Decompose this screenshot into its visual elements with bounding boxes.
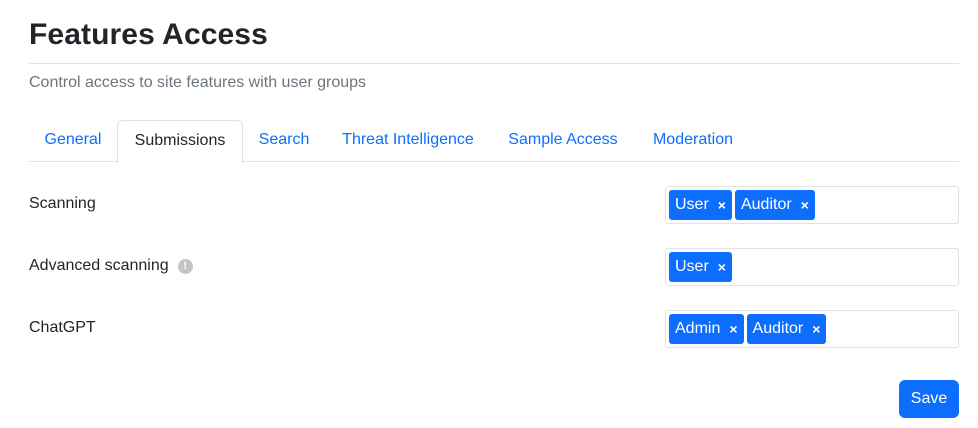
- advanced-scanning-label-text: Advanced scanning: [29, 257, 169, 274]
- remove-tag-icon[interactable]: ×: [801, 198, 809, 212]
- group-tag-label: Admin: [675, 320, 721, 337]
- tab-submissions[interactable]: Submissions: [117, 120, 243, 163]
- remove-tag-icon[interactable]: ×: [729, 322, 737, 336]
- chatgpt-groups-select[interactable]: Admin × Auditor ×: [665, 310, 959, 348]
- group-tag-admin: Admin ×: [669, 314, 744, 344]
- group-tag-label: User: [675, 196, 709, 213]
- scanning-label: Scanning: [29, 195, 96, 213]
- group-tag-label: User: [675, 258, 709, 275]
- chatgpt-label: ChatGPT: [29, 319, 96, 337]
- scanning-groups-select[interactable]: User × Auditor ×: [665, 186, 959, 224]
- group-tag-label: Auditor: [752, 320, 804, 337]
- page-subtitle: Control access to site features with use…: [29, 74, 367, 91]
- features-access-page: Features Access Control access to site f…: [0, 0, 978, 428]
- group-tag-label: Auditor: [740, 196, 792, 213]
- scanning-label-text: Scanning: [29, 195, 96, 212]
- group-tag-user: User ×: [669, 190, 732, 220]
- chatgpt-label-text: ChatGPT: [29, 319, 96, 336]
- save-button[interactable]: Save: [899, 380, 959, 418]
- page-title: Features Access: [29, 18, 268, 51]
- advanced-scanning-label: Advanced scanning !: [29, 257, 193, 275]
- remove-tag-icon[interactable]: ×: [718, 198, 726, 212]
- feature-tabs: General Submissions Search Threat Intell…: [29, 120, 959, 163]
- group-tag-auditor: Auditor ×: [734, 190, 815, 220]
- title-divider: [29, 63, 959, 64]
- tab-threat-intelligence[interactable]: Threat Intelligence: [325, 120, 491, 162]
- tab-sample-access[interactable]: Sample Access: [491, 120, 635, 162]
- group-tag-user: User ×: [669, 252, 732, 282]
- advanced-scanning-groups-select[interactable]: User ×: [665, 248, 959, 286]
- info-icon[interactable]: !: [177, 258, 193, 274]
- tab-moderation[interactable]: Moderation: [635, 120, 751, 162]
- remove-tag-icon[interactable]: ×: [718, 260, 726, 274]
- tab-general[interactable]: General: [29, 120, 117, 162]
- group-tag-auditor: Auditor ×: [746, 314, 827, 344]
- tab-search[interactable]: Search: [243, 120, 325, 162]
- remove-tag-icon[interactable]: ×: [812, 322, 820, 336]
